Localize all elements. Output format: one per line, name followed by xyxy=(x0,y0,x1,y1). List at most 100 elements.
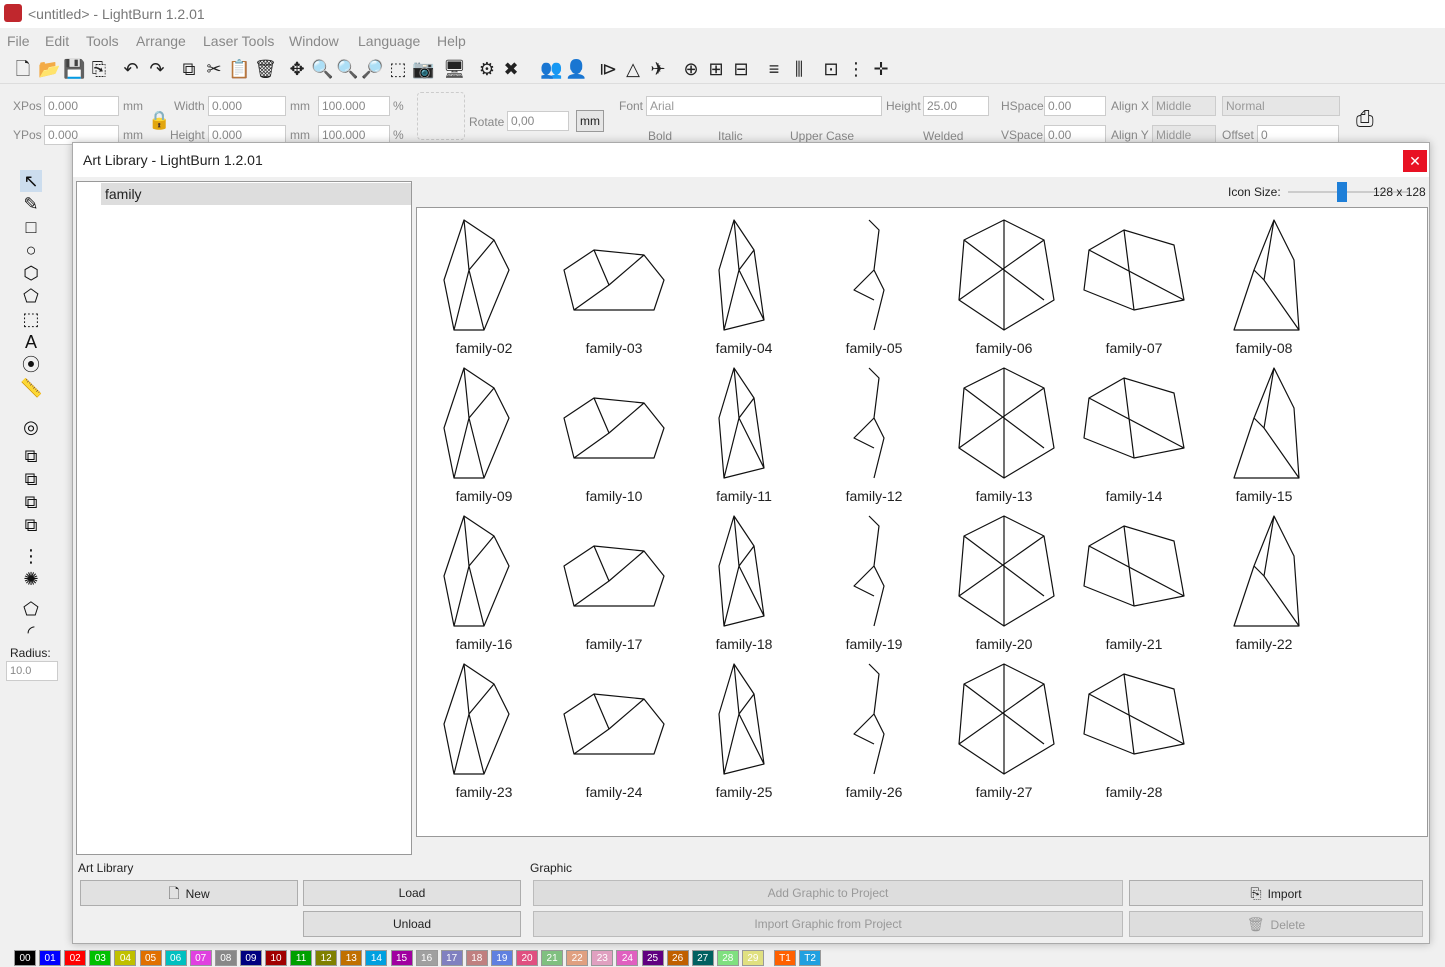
art-item[interactable]: family-18 xyxy=(681,506,807,654)
menu-edit[interactable]: Edit xyxy=(45,33,69,49)
zoom-selection-icon[interactable]: ⬚ xyxy=(387,58,409,80)
art-item[interactable]: family-28 xyxy=(1071,654,1197,802)
art-item[interactable]: family-11 xyxy=(681,358,807,506)
xpos-input[interactable] xyxy=(44,96,119,116)
art-item[interactable]: family-22 xyxy=(1201,506,1327,654)
cut-icon[interactable]: ✂ xyxy=(203,58,225,80)
bold-checkbox[interactable]: Bold xyxy=(648,129,672,143)
art-item[interactable]: family-21 xyxy=(1071,506,1197,654)
art-item[interactable]: family-26 xyxy=(811,654,937,802)
save-icon[interactable]: 💾 xyxy=(63,58,85,80)
font-height-input[interactable] xyxy=(923,96,989,116)
export-icon[interactable]: ⎘ xyxy=(88,58,110,80)
delete-icon[interactable]: 🗑 xyxy=(254,58,277,80)
laser-icon[interactable]: ⎙ xyxy=(1356,106,1374,132)
union-tool-icon[interactable]: ⧉ xyxy=(20,468,42,490)
polygon-tool-icon[interactable]: ⬡ xyxy=(20,262,42,284)
menu-file[interactable]: File xyxy=(7,33,30,49)
art-item[interactable]: family-23 xyxy=(421,654,547,802)
send-icon[interactable]: ✈ xyxy=(647,58,669,80)
font-select[interactable]: Arial xyxy=(646,96,882,116)
import-button[interactable]: ⎘ Import xyxy=(1129,880,1423,906)
align-vertical-icon[interactable]: ≡ xyxy=(763,58,785,80)
zoom-fit-icon[interactable]: 🔎 xyxy=(361,58,383,80)
subtract-tool-icon[interactable]: ⧉ xyxy=(20,491,42,513)
corner-tool-icon[interactable]: ⬠ xyxy=(20,598,42,620)
redo-icon[interactable]: ↷ xyxy=(146,58,168,80)
text-tool-icon[interactable]: A xyxy=(20,331,42,353)
width-input[interactable] xyxy=(208,96,286,116)
radius-input[interactable] xyxy=(6,661,58,681)
art-item[interactable]: family-13 xyxy=(941,358,1067,506)
align-icon[interactable]: ⊞ xyxy=(705,58,727,80)
art-item[interactable]: family-20 xyxy=(941,506,1067,654)
art-item[interactable]: family-07 xyxy=(1071,210,1197,358)
art-item[interactable]: family-05 xyxy=(811,210,937,358)
flip-horizontal-icon[interactable]: ⧐ xyxy=(597,58,619,80)
art-item[interactable]: family-09 xyxy=(421,358,547,506)
art-item[interactable]: family-25 xyxy=(681,654,807,802)
shape-tool-icon[interactable]: ⬠ xyxy=(20,285,42,307)
circular-array-icon[interactable]: ✺ xyxy=(20,568,42,590)
italic-checkbox[interactable]: Italic xyxy=(718,129,743,143)
target-icon[interactable]: ⊕ xyxy=(680,58,702,80)
welded-checkbox[interactable]: Welded xyxy=(923,129,963,143)
art-item[interactable]: family-24 xyxy=(551,654,677,802)
art-item[interactable]: family-08 xyxy=(1201,210,1327,358)
art-item[interactable]: family-16 xyxy=(421,506,547,654)
paste-icon[interactable]: 📋 xyxy=(228,58,250,80)
menu-language[interactable]: Language xyxy=(358,33,420,49)
move-icon[interactable]: ✥ xyxy=(286,58,308,80)
dock-icon[interactable]: ⊡ xyxy=(820,58,842,80)
art-item[interactable]: family-10 xyxy=(551,358,677,506)
menu-arrange[interactable]: Arrange xyxy=(136,33,186,49)
upper-case-checkbox[interactable]: Upper Case xyxy=(790,129,854,143)
intersect-tool-icon[interactable]: ⧉ xyxy=(20,514,42,536)
position-tool-icon[interactable]: ⦿ xyxy=(20,354,42,376)
art-item[interactable]: family-27 xyxy=(941,654,1067,802)
scale-width-input[interactable] xyxy=(318,96,390,116)
menu-window[interactable]: Window xyxy=(289,33,339,49)
menu-tools[interactable]: Tools xyxy=(86,33,119,49)
delete-button[interactable]: 🗑 Delete xyxy=(1129,911,1423,937)
select-tool-icon[interactable]: ↖ xyxy=(20,170,42,192)
unload-button[interactable]: Unload xyxy=(303,911,521,937)
art-item[interactable]: family-03 xyxy=(551,210,677,358)
load-button[interactable]: Load xyxy=(303,880,521,906)
icon-size-slider-handle[interactable] xyxy=(1337,182,1347,202)
group-icon[interactable]: 👥 xyxy=(540,58,562,80)
ungroup-icon[interactable]: 👤 xyxy=(565,58,587,80)
grid-array-icon[interactable]: ⋮ xyxy=(20,545,42,567)
pen-tool-icon[interactable]: ✎ xyxy=(20,193,42,215)
crosshair-icon[interactable]: ✛ xyxy=(870,58,892,80)
round-corner-icon[interactable]: ◜ xyxy=(20,621,42,643)
new-button[interactable]: 🗋 New xyxy=(80,880,298,906)
offset-tool-icon[interactable]: ◎ xyxy=(20,416,42,438)
origin-selector[interactable] xyxy=(417,92,465,140)
art-item[interactable]: family-14 xyxy=(1071,358,1197,506)
hspace-input[interactable] xyxy=(1044,96,1106,116)
settings-icon[interactable]: ⚙ xyxy=(476,58,498,80)
align-x-select[interactable]: Middle xyxy=(1152,96,1216,116)
open-file-icon[interactable]: 📂 xyxy=(38,58,60,80)
rotate-input[interactable] xyxy=(507,111,569,131)
new-file-icon[interactable]: 🗋 xyxy=(12,58,34,80)
mm-toggle-button[interactable]: mm xyxy=(576,110,604,132)
frame-tool-icon[interactable]: ⬚ xyxy=(20,308,42,330)
art-item[interactable]: family-19 xyxy=(811,506,937,654)
copy-icon[interactable]: ⧉ xyxy=(178,58,200,80)
camera-icon[interactable]: 📷 xyxy=(412,58,434,80)
art-item[interactable]: family-15 xyxy=(1201,358,1327,506)
art-item[interactable]: family-17 xyxy=(551,506,677,654)
art-item[interactable]: family-12 xyxy=(811,358,937,506)
space-icon[interactable]: ⋮ xyxy=(845,58,867,80)
tree-item-family[interactable]: family xyxy=(101,183,411,205)
align-center-icon[interactable]: ⫼ xyxy=(788,58,810,80)
add-graphic-button[interactable]: Add Graphic to Project xyxy=(533,880,1123,906)
undo-icon[interactable]: ↶ xyxy=(120,58,142,80)
zoom-out-icon[interactable]: 🔍 xyxy=(336,58,358,80)
zoom-in-icon[interactable]: 🔍 xyxy=(311,58,333,80)
menu-laser-tools[interactable]: Laser Tools xyxy=(203,33,274,49)
monitor-icon[interactable]: 🖥 xyxy=(443,58,466,80)
rectangle-tool-icon[interactable]: □ xyxy=(20,216,42,238)
